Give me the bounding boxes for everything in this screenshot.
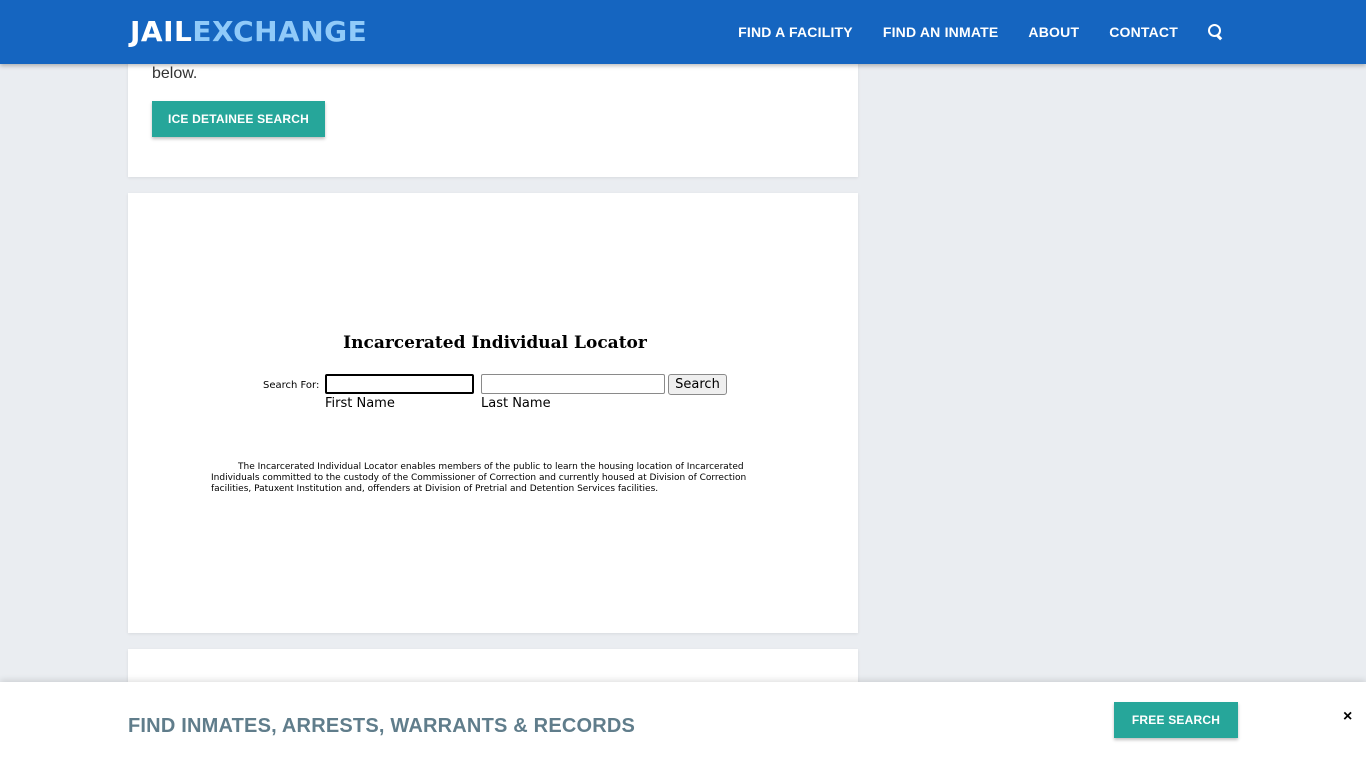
last-name-label: Last Name: [481, 396, 551, 411]
nav-contact[interactable]: CONTACT: [1109, 24, 1178, 40]
first-name-label: First Name: [325, 396, 395, 411]
last-name-input[interactable]: [481, 374, 665, 394]
footer-headline: FIND INMATES, ARRESTS, WARRANTS & RECORD…: [128, 715, 636, 737]
logo-exchange: EXCHANGE: [192, 15, 368, 48]
locator-card: Incarcerated Individual Locator Search F…: [128, 193, 858, 633]
main-nav: FIND A FACILITY FIND AN INMATE ABOUT CON…: [708, 0, 1224, 64]
logo-jail: JAIL: [130, 15, 193, 48]
footer-banner: FIND INMATES, ARRESTS, WARRANTS & RECORD…: [0, 682, 1366, 768]
search-icon[interactable]: [1208, 24, 1224, 40]
site-logo[interactable]: JAILEXCHANGE: [130, 14, 367, 50]
ice-detainee-search-button[interactable]: ICE DETAINEE SEARCH: [152, 101, 325, 137]
free-search-button[interactable]: FREE SEARCH: [1114, 702, 1238, 738]
nav-about[interactable]: ABOUT: [1028, 24, 1079, 40]
search-button[interactable]: Search: [668, 374, 727, 395]
first-name-input[interactable]: [325, 374, 474, 394]
close-icon[interactable]: ×: [1343, 709, 1352, 725]
nav-find-a-facility[interactable]: FIND A FACILITY: [738, 24, 853, 40]
locator-title: Incarcerated Individual Locator: [343, 333, 647, 353]
card-text: below.: [152, 65, 198, 82]
search-for-label: Search For:: [263, 380, 320, 391]
navbar: JAILEXCHANGE FIND A FACILITY FIND AN INM…: [0, 0, 1366, 64]
locator-description: The Incarcerated Individual Locator enab…: [211, 462, 747, 494]
nav-find-an-inmate[interactable]: FIND AN INMATE: [883, 24, 999, 40]
